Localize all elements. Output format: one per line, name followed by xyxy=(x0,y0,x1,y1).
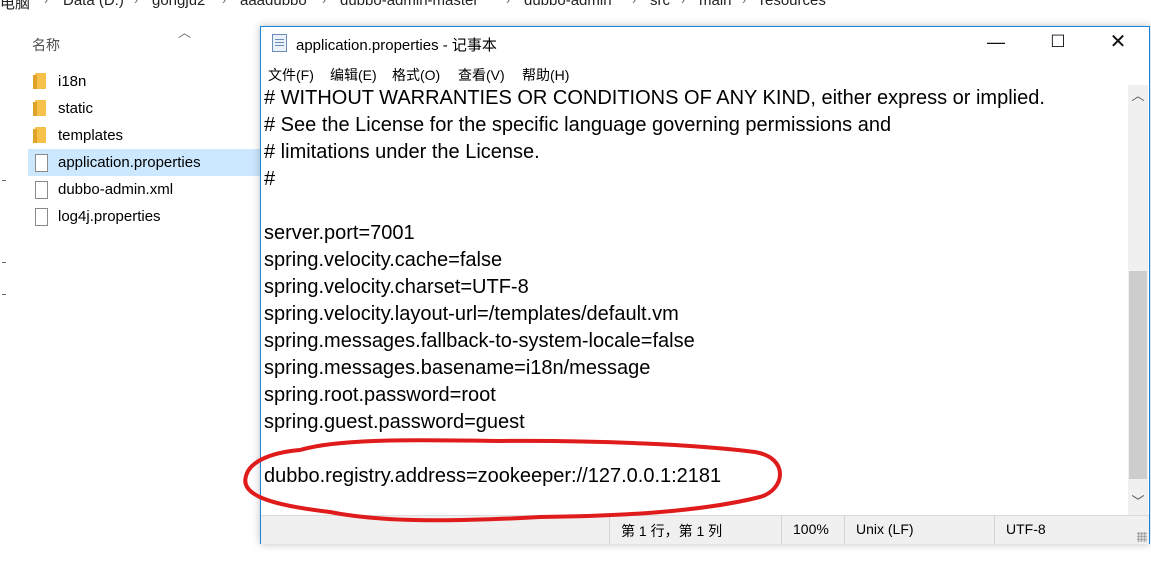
folder-icon xyxy=(33,100,46,116)
chevron-right-icon[interactable]: › xyxy=(742,0,746,7)
breadcrumb-item[interactable]: resources xyxy=(760,0,826,9)
file-item-label: log4j.properties xyxy=(58,208,161,225)
chevron-right-icon[interactable]: › xyxy=(322,0,326,7)
breadcrumb: 此电脑 › Data (D:) › gongju2 › aaadubbo › d… xyxy=(0,0,1151,13)
navigation-pane-edge xyxy=(0,14,12,562)
breadcrumb-item[interactable]: gongju2 xyxy=(152,0,205,9)
breadcrumb-item[interactable]: dubbo-admin xyxy=(524,0,612,9)
menu-file[interactable]: 文件(F) xyxy=(268,65,314,85)
file-icon xyxy=(35,154,48,172)
editor-line: spring.velocity.cache=false xyxy=(264,249,503,271)
breadcrumb-item[interactable]: aaadubbo xyxy=(240,0,307,9)
chevron-right-icon[interactable]: › xyxy=(44,0,48,7)
line-ending: Unix (LF) xyxy=(856,521,914,537)
folder-icon xyxy=(33,73,46,89)
status-bar: 第 1 行，第 1 列 100% Unix (LF) UTF-8 xyxy=(261,515,1149,544)
chevron-right-icon[interactable]: › xyxy=(632,0,636,7)
title-bar[interactable]: application.properties - 记事本 — ☐ ✕ xyxy=(261,27,1149,59)
editor-line: spring.messages.fallback-to-system-local… xyxy=(264,330,695,352)
minimize-button[interactable]: — xyxy=(973,27,1019,59)
breadcrumb-item[interactable]: src xyxy=(650,0,670,9)
file-item-templates[interactable]: templates xyxy=(28,122,260,149)
editor-line: dubbo.registry.address=zookeeper://127.0… xyxy=(264,465,722,487)
window-title: application.properties - 记事本 xyxy=(296,37,497,54)
resize-grip-icon[interactable] xyxy=(1137,532,1147,542)
zoom-level: 100% xyxy=(793,521,829,537)
breadcrumb-item[interactable]: 此电脑 xyxy=(0,0,30,13)
chevron-right-icon[interactable]: › xyxy=(134,0,138,7)
breadcrumb-item[interactable]: Data (D:) xyxy=(63,0,124,9)
close-button[interactable]: ✕ xyxy=(1095,27,1141,59)
vertical-scrollbar[interactable]: ︿ ﹀ xyxy=(1128,85,1148,515)
chevron-right-icon[interactable]: › xyxy=(681,0,685,7)
file-item-static[interactable]: static xyxy=(28,95,260,122)
editor-line: spring.messages.basename=i18n/message xyxy=(264,357,651,379)
file-icon xyxy=(35,181,48,199)
file-item-dubbo-admin-xml[interactable]: dubbo-admin.xml xyxy=(28,176,260,203)
menu-view[interactable]: 查看(V) xyxy=(458,65,505,85)
file-item-label: dubbo-admin.xml xyxy=(58,181,174,198)
menu-help[interactable]: 帮助(H) xyxy=(522,65,569,85)
file-item-label: application.properties xyxy=(58,154,201,171)
editor-line: server.port=7001 xyxy=(264,222,415,244)
column-header-name[interactable]: 名称 xyxy=(32,35,60,55)
folder-icon xyxy=(33,127,46,143)
chevron-right-icon[interactable]: › xyxy=(222,0,226,7)
scrollbar-thumb[interactable] xyxy=(1129,271,1147,479)
file-list: i18n static templates application.proper… xyxy=(28,68,260,230)
file-item-label: static xyxy=(58,100,94,117)
file-item-log4j-properties[interactable]: log4j.properties xyxy=(28,203,260,230)
editor-line: spring.velocity.layout-url=/templates/de… xyxy=(264,303,679,325)
notepad-app-icon[interactable] xyxy=(272,34,287,52)
file-item-application-properties[interactable]: application.properties xyxy=(28,149,260,176)
breadcrumb-item[interactable]: main xyxy=(699,0,732,9)
encoding: UTF-8 xyxy=(1006,521,1046,537)
editor-line: # WITHOUT WARRANTIES OR CONDITIONS OF AN… xyxy=(264,87,1045,109)
menu-edit[interactable]: 编辑(E) xyxy=(330,65,377,85)
file-item-i18n[interactable]: i18n xyxy=(28,68,260,95)
editor-line: spring.velocity.charset=UTF-8 xyxy=(264,276,529,298)
editor-line: # See the License for the specific langu… xyxy=(264,114,892,136)
scroll-up-icon[interactable]: ︿ xyxy=(1128,87,1148,105)
cursor-position: 第 1 行，第 1 列 xyxy=(621,523,723,539)
file-item-label: i18n xyxy=(58,73,87,90)
menu-format[interactable]: 格式(O) xyxy=(392,65,440,85)
breadcrumb-item[interactable]: dubbo-admin-master xyxy=(340,0,478,9)
scroll-down-icon[interactable]: ﹀ xyxy=(1128,493,1148,511)
file-icon xyxy=(35,208,48,226)
editor-line: # limitations under the License. xyxy=(264,141,540,163)
chevron-right-icon[interactable]: › xyxy=(506,0,510,7)
maximize-button[interactable]: ☐ xyxy=(1035,27,1081,59)
sort-ascending-icon: ︿ xyxy=(178,25,192,40)
notepad-window: application.properties - 记事本 — ☐ ✕ 文件(F)… xyxy=(260,26,1150,544)
editor-line: spring.root.password=root xyxy=(264,384,496,406)
editor-line: # xyxy=(264,168,276,190)
menu-bar: 文件(F) 编辑(E) 格式(O) 查看(V) 帮助(H) xyxy=(261,62,1149,84)
editor-line: spring.guest.password=guest xyxy=(264,411,525,433)
file-item-label: templates xyxy=(58,127,124,144)
text-editor[interactable]: # WITHOUT WARRANTIES OR CONDITIONS OF AN… xyxy=(261,85,1126,515)
